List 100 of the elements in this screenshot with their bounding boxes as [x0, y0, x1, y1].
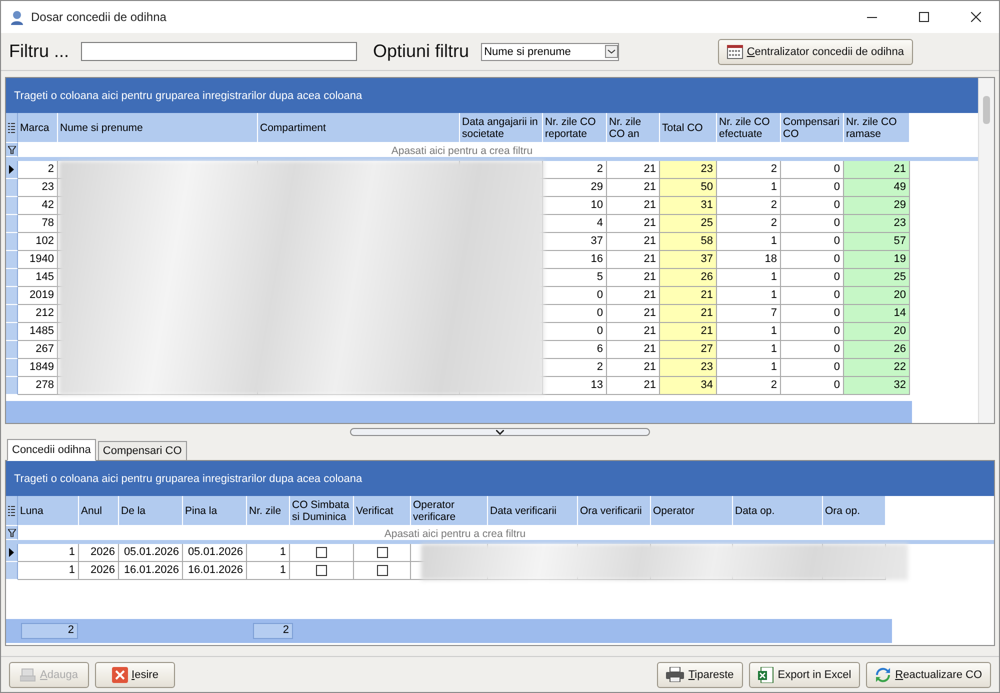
column-header[interactable]: Compensari CO [781, 113, 844, 143]
table-cell: 21 [607, 323, 660, 341]
checkbox[interactable] [376, 547, 388, 558]
table-cell: 37 [543, 233, 607, 251]
table-cell: 37 [660, 251, 717, 269]
table-cell: 1 [717, 233, 781, 251]
checkbox[interactable] [316, 547, 327, 558]
table-cell: 267 [18, 341, 58, 359]
table-cell: 0 [781, 161, 844, 179]
filter-row-hint[interactable]: Apasati aici pentru a crea filtru [18, 143, 906, 157]
table-cell: 26 [844, 341, 910, 359]
splitter-handle[interactable] [350, 428, 650, 436]
table-cell: 2 [717, 197, 781, 215]
column-header[interactable]: Nume si prenume [58, 113, 258, 143]
table-cell: 2 [717, 161, 781, 179]
filter-field[interactable] [81, 42, 358, 61]
filter-icon[interactable] [8, 146, 16, 154]
table-cell: 25 [660, 215, 717, 233]
table-cell: 2026 [79, 562, 119, 580]
table-cell: 1 [18, 544, 79, 562]
table-cell: 23 [660, 359, 717, 377]
table-cell: 14 [844, 305, 910, 323]
refresh-icon [875, 666, 892, 682]
column-header[interactable]: Operator [651, 496, 733, 526]
column-header[interactable]: Pina la [183, 496, 247, 526]
table-cell: 1 [717, 287, 781, 305]
column-header[interactable]: Nr. zile [247, 496, 290, 526]
column-header[interactable]: Data op. [733, 496, 823, 526]
table-cell: 21 [607, 359, 660, 377]
table-cell: 05.01.2026 [183, 544, 247, 562]
filter-label: Filtru ... [9, 41, 70, 62]
column-header[interactable]: Nr. zile CO reportate [543, 113, 607, 143]
column-header[interactable]: CO Simbata si Duminica [290, 496, 354, 526]
table-cell: 26 [660, 269, 717, 287]
table-cell: 29 [543, 179, 607, 197]
filter-row-hint[interactable]: Apasati aici pentru a crea filtru [18, 526, 892, 540]
table-cell: 0 [781, 377, 844, 395]
column-header[interactable]: Nr. zile CO efectuate [717, 113, 781, 143]
window-title: Dosar concedii de odihna [31, 10, 168, 24]
row-pointer-icon [9, 548, 14, 557]
table-cell: 2 [717, 377, 781, 395]
checkbox[interactable] [376, 565, 388, 576]
table-cell: 49 [844, 179, 910, 197]
column-header[interactable]: Nr. zile CO an [607, 113, 660, 143]
column-header[interactable]: Ora verificarii [578, 496, 651, 526]
table-cell: 2 [717, 215, 781, 233]
table-cell: 42 [18, 197, 58, 215]
table-cell: 21 [607, 377, 660, 395]
table-cell: 21 [660, 323, 717, 341]
column-header[interactable]: Marca [18, 113, 58, 143]
close-icon [971, 12, 981, 22]
column-header[interactable]: Verificat [354, 496, 411, 526]
column-header[interactable]: Data angajarii in societate [460, 113, 543, 143]
table-cell: 05.01.2026 [119, 544, 183, 562]
table-cell: 0 [781, 197, 844, 215]
table-cell: 21 [607, 233, 660, 251]
table-cell: 0 [781, 233, 844, 251]
print-button[interactable]: Tipareste [657, 662, 743, 688]
table-cell: 0 [781, 323, 844, 341]
app-icon [9, 9, 25, 25]
column-header[interactable]: Operator verificare [411, 496, 488, 526]
table-cell: 0 [781, 359, 844, 377]
column-header[interactable]: Total CO [660, 113, 717, 143]
column-header[interactable]: Nr. zile CO ramase [844, 113, 910, 143]
row-indicator[interactable] [6, 544, 18, 562]
table-cell: 0 [781, 269, 844, 287]
filter-icon[interactable] [8, 528, 16, 536]
refresh-button[interactable]: Reactualizare CO [866, 662, 991, 688]
column-header[interactable]: De la [119, 496, 183, 526]
table-cell: 16 [543, 251, 607, 269]
table-cell: 1940 [18, 251, 58, 269]
table-cell: 21 [607, 269, 660, 287]
table-cell: 21 [660, 305, 717, 323]
table-cell: 16.01.2026 [183, 562, 247, 580]
checkbox[interactable] [316, 565, 327, 576]
table-cell: 32 [844, 377, 910, 395]
table-cell: 21 [607, 161, 660, 179]
table-cell: 2 [18, 161, 58, 179]
vertical-scrollbar[interactable] [978, 78, 994, 423]
table-cell: 1 [717, 323, 781, 341]
column-header[interactable]: Luna [18, 496, 79, 526]
table-cell: 1 [717, 341, 781, 359]
table-cell: 18 [717, 251, 781, 269]
exit-button[interactable]: Iesire [95, 662, 175, 688]
printer-icon [666, 667, 684, 682]
column-header[interactable]: Data verificarii [488, 496, 578, 526]
column-header[interactable]: Compartiment [258, 113, 460, 143]
table-cell: 50 [660, 179, 717, 197]
row-indicator[interactable] [6, 161, 18, 179]
filter-option-dropdown[interactable]: Nume si prenume [481, 42, 620, 60]
table-cell: 0 [543, 323, 607, 341]
summary-button[interactable]: Centralizator concedii de odihna [718, 38, 913, 64]
excel-button[interactable]: Export in Excel [748, 662, 860, 688]
column-chooser-icon[interactable] [8, 506, 15, 516]
column-header[interactable]: Ora op. [823, 496, 886, 526]
tab[interactable]: Compensari CO [98, 441, 187, 461]
column-chooser-icon[interactable] [8, 122, 15, 132]
tab[interactable]: Concedii odihna [7, 439, 96, 461]
total-value: 2 [21, 623, 78, 639]
column-header[interactable]: Anul [79, 496, 119, 526]
